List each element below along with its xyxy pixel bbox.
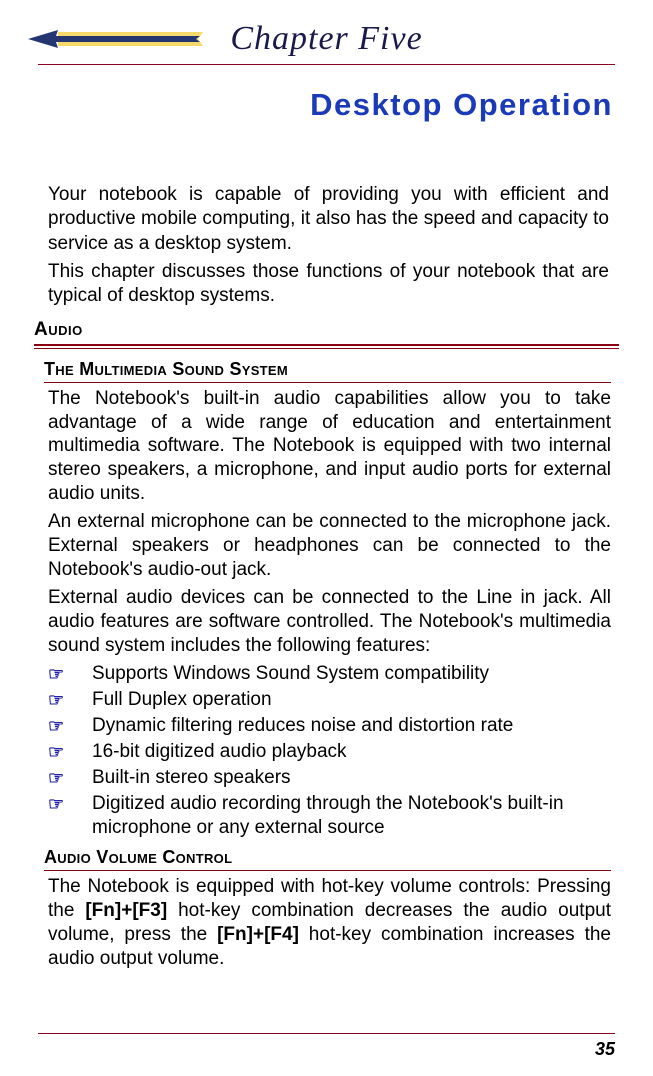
list-item: ☞16-bit digitized audio playback — [48, 740, 611, 764]
page-number: 35 — [595, 1039, 615, 1060]
section-divider — [34, 344, 619, 349]
hotkey-label: [Fn]+[F3] — [85, 900, 167, 921]
subsection-divider — [44, 382, 611, 383]
list-item: ☞Dynamic filtering reduces noise and dis… — [48, 714, 611, 738]
bullet-icon: ☞ — [48, 662, 92, 686]
subsection-heading-volume: Audio Volume Control — [44, 847, 615, 868]
list-item: ☞Supports Windows Sound System compatibi… — [48, 662, 611, 686]
multimedia-paragraph-3: External audio devices can be connected … — [48, 586, 611, 658]
bullet-icon: ☞ — [48, 740, 92, 764]
footer-divider — [38, 1033, 615, 1034]
bullet-icon: ☞ — [48, 688, 92, 712]
subsection-divider — [44, 870, 611, 871]
intro-paragraph-2: This chapter discusses those functions o… — [48, 260, 609, 309]
list-item: ☞Built-in stereo speakers — [48, 766, 611, 790]
volume-paragraph: The Notebook is equipped with hot-key vo… — [48, 875, 611, 971]
bullet-icon: ☞ — [48, 714, 92, 738]
back-arrow-icon — [28, 30, 208, 48]
bullet-icon: ☞ — [48, 766, 92, 790]
hotkey-label: [Fn]+[F4] — [217, 924, 299, 945]
chapter-header: Chapter Five — [38, 20, 615, 58]
bullet-icon: ☞ — [48, 792, 92, 816]
chapter-label: Chapter Five — [230, 20, 422, 58]
subsection-heading-multimedia: The Multimedia Sound System — [44, 359, 615, 380]
intro-paragraph-1: Your notebook is capable of providing yo… — [48, 183, 609, 256]
page-title: Desktop Operation — [38, 87, 615, 123]
feature-list: ☞Supports Windows Sound System compatibi… — [48, 662, 611, 840]
chapter-divider — [38, 64, 615, 65]
list-item: ☞Digitized audio recording through the N… — [48, 792, 611, 840]
list-item: ☞Full Duplex operation — [48, 688, 611, 712]
multimedia-paragraph-1: The Notebook's built-in audio capabiliti… — [48, 387, 611, 507]
multimedia-paragraph-2: An external microphone can be connected … — [48, 510, 611, 582]
section-heading-audio: Audio — [34, 319, 615, 341]
